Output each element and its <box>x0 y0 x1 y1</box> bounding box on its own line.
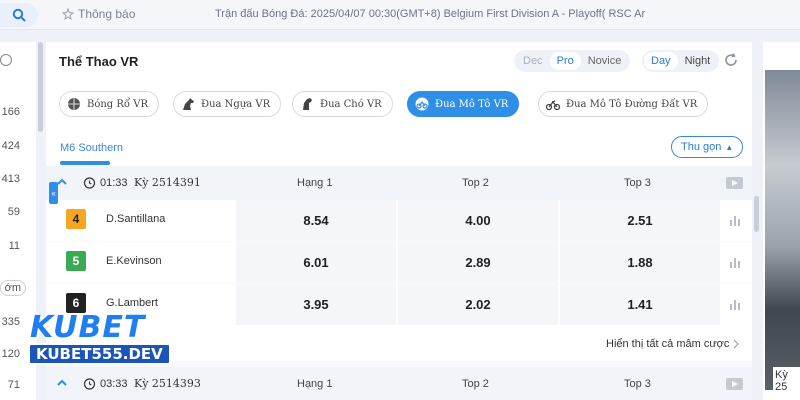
category-label: Bóng Rổ VR <box>87 98 148 110</box>
sidebar-count: 71 <box>7 379 20 391</box>
category-label: Đua Chó VR <box>320 98 382 110</box>
category-label: Đua Mô Tô Đường Đất VR <box>566 98 698 110</box>
runner-number-badge: 4 <box>66 209 86 229</box>
race-header[interactable]: 03:33 Kỳ 2514393 Hạng 1 Top 2 Top 3 <box>46 367 752 400</box>
page-title: Thể Thao VR <box>59 54 139 69</box>
dog-icon <box>299 96 315 112</box>
odds-cell[interactable]: 2.51 <box>560 200 720 241</box>
notice-link[interactable]: Thông báo <box>62 7 135 21</box>
mode-novice-button[interactable]: Novice <box>581 52 629 70</box>
clock-icon <box>83 177 96 189</box>
category-motorbike[interactable]: Đua Mô Tô VR <box>407 91 520 117</box>
motorbike-icon <box>414 96 430 112</box>
category-horse[interactable]: Đua Ngựa VR <box>173 91 282 117</box>
odds-cell[interactable]: 8.54 <box>236 200 396 241</box>
runner-row: 4 D.Santillana 8.54 4.00 2.51 <box>46 200 752 241</box>
search-icon <box>12 8 26 22</box>
column-header: Top 2 <box>462 378 489 390</box>
basketball-icon <box>66 96 82 112</box>
live-video-panel: Kỳ 25 <box>763 42 800 400</box>
column-header: Top 3 <box>624 378 651 390</box>
refresh-icon[interactable] <box>722 51 740 69</box>
odds-cell[interactable]: 2.89 <box>398 242 558 283</box>
active-tab-indicator <box>60 161 110 165</box>
theme-day-button[interactable]: Day <box>644 52 678 70</box>
show-all-label: Hiển thị tất cả mâm cược <box>606 338 730 350</box>
runner-row: 5 E.Kevinson 6.01 2.89 1.88 <box>46 242 752 283</box>
caret-up-icon: ▲ <box>725 142 734 152</box>
logo-wordmark: KUBET <box>30 310 146 345</box>
sidebar-count: 424 <box>1 140 20 152</box>
stats-icon[interactable] <box>729 256 741 268</box>
column-header: Hạng 1 <box>297 177 333 189</box>
runner-name: E.Kevinson <box>106 255 162 267</box>
odds-cell[interactable]: 1.88 <box>560 242 720 283</box>
runner-name: D.Santillana <box>106 213 166 225</box>
tab-m6-southern[interactable]: M6 Southern <box>60 142 123 154</box>
notice-label: Thông báo <box>78 7 136 21</box>
left-refresh-icon[interactable] <box>0 54 12 66</box>
mode-pro-button[interactable]: Pro <box>549 52 581 70</box>
sidebar-count: 335 <box>1 316 20 328</box>
panel-header: Thể Thao VR Dec Pro Novice Day Night <box>46 42 752 82</box>
race-header[interactable]: 01:33 Kỳ 2514391 Hạng 1 Top 2 Top 3 <box>46 166 752 200</box>
video-play-icon[interactable] <box>726 378 743 390</box>
odds-cell[interactable]: 2.02 <box>398 284 558 325</box>
category-basketball[interactable]: Bóng Rổ VR <box>59 91 159 117</box>
category-dog[interactable]: Đua Chó VR <box>292 91 393 117</box>
panel-collapse-handle[interactable]: « <box>49 182 58 204</box>
sidebar-count: 166 <box>1 106 20 118</box>
odds-cell[interactable]: 4.00 <box>398 200 558 241</box>
runner-number-badge: 5 <box>66 251 86 271</box>
top-bar: Thông báo Trận đấu Bóng Đá: 2025/04/07 0… <box>0 0 800 30</box>
mode-dec-button[interactable]: Dec <box>516 52 550 70</box>
column-header: Hạng 1 <box>297 378 333 390</box>
video-play-icon[interactable] <box>726 177 743 189</box>
chevron-right-icon <box>733 339 739 349</box>
sidebar-count: 11 <box>8 240 20 252</box>
notice-icon <box>62 8 74 20</box>
collapse-label: Thu gọn <box>681 141 722 153</box>
odds-mode-toggle: Dec Pro Novice <box>514 50 631 72</box>
dirtbike-icon <box>545 96 561 112</box>
theme-toggle: Day Night <box>642 50 720 72</box>
sidebar-count: 120 <box>1 348 20 360</box>
theme-night-button[interactable]: Night <box>678 52 718 70</box>
race-countdown: 03:33 <box>100 378 128 390</box>
runner-name: G.Lambert <box>106 297 158 309</box>
category-bar: Bóng Rổ VR Đua Ngựa VR Đua Chó VR Đua Mô… <box>46 82 752 130</box>
panel-scrollbar[interactable] <box>754 196 759 232</box>
chevron-up-icon[interactable] <box>56 377 68 389</box>
clock-icon <box>83 378 96 390</box>
race-countdown: 01:33 <box>100 177 128 189</box>
race-period: Kỳ 2514391 <box>134 176 201 189</box>
sidebar-count: 59 <box>7 206 20 218</box>
league-tabs: M6 Southern Thu gọn ▲ <box>46 130 752 166</box>
odds-cell[interactable]: 1.41 <box>560 284 720 325</box>
sidebar-scrollbar[interactable] <box>38 42 43 132</box>
sidebar-count: 413 <box>1 173 20 185</box>
race-period: Kỳ 2514393 <box>134 377 201 390</box>
logo-domain: KUBET555.DEV <box>28 343 171 365</box>
video-period-label: Kỳ 25 <box>773 367 800 395</box>
odds-cell[interactable]: 6.01 <box>236 242 396 283</box>
column-header: Top 2 <box>462 177 489 189</box>
odds-cell[interactable]: 3.95 <box>236 284 396 325</box>
collapse-button[interactable]: Thu gọn ▲ <box>671 136 744 158</box>
sidebar-pill[interactable]: ớm <box>0 280 26 296</box>
category-dirtbike[interactable]: Đua Mô Tô Đường Đất VR <box>538 91 709 117</box>
stats-icon[interactable] <box>729 298 741 310</box>
search-button[interactable] <box>0 3 38 27</box>
news-ticker: Trận đấu Bóng Đá: 2025/04/07 00:30(GMT+8… <box>215 8 646 20</box>
category-label: Đua Ngựa VR <box>201 98 271 110</box>
kubet-logo: KUBET KUBET555.DEV <box>24 310 171 368</box>
race-video-thumbnail[interactable] <box>765 70 800 390</box>
stats-icon[interactable] <box>729 214 741 226</box>
column-header: Top 3 <box>624 177 651 189</box>
category-label: Đua Mô Tô VR <box>435 98 509 110</box>
horse-icon <box>180 96 196 112</box>
